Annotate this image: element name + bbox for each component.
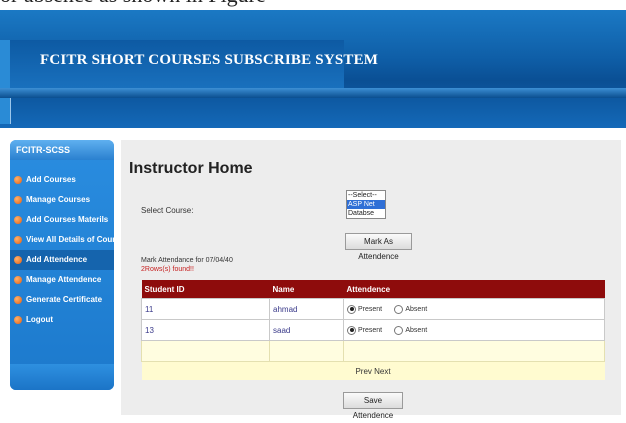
- sidebar-item-label: Manage Attendence: [26, 275, 102, 284]
- attendence-cell: Present Absent: [343, 298, 605, 320]
- sidebar-item-manage-attendence[interactable]: Manage Attendence: [10, 270, 114, 290]
- column-header-student-id: Student ID: [141, 280, 270, 299]
- bullet-icon: [14, 236, 22, 244]
- main-content: Instructor Home Select Course: --Select-…: [121, 140, 621, 420]
- pager-links[interactable]: Prev Next: [141, 361, 605, 380]
- sidebar-item-label: Add Courses: [26, 175, 76, 184]
- column-header-name: Name: [269, 280, 344, 299]
- empty-cell: [343, 340, 605, 362]
- table-row-empty: [141, 340, 605, 362]
- empty-cell: [141, 340, 270, 362]
- sidebar-item-label: View All Details of Courses: [26, 235, 114, 244]
- student-id-cell: 13: [141, 319, 270, 341]
- absent-radio-label: Absent: [405, 326, 428, 334]
- sidebar-item-label: Generate Certificate: [26, 295, 103, 304]
- sidebar: FCITR-SCSS Add Courses Manage Courses Ad…: [10, 140, 114, 390]
- sidebar-item-logout[interactable]: Logout: [10, 310, 114, 330]
- attendence-cell: Present Absent: [343, 319, 605, 341]
- banner-stripe: [0, 88, 626, 98]
- student-name-cell: ahmad: [269, 298, 344, 320]
- course-option[interactable]: --Select--: [347, 191, 385, 200]
- course-option[interactable]: Databse: [347, 209, 385, 218]
- present-radio[interactable]: [347, 325, 356, 335]
- bullet-icon: [14, 276, 22, 284]
- attendance-date-label: Mark Attendance for 07/04/40: [141, 257, 233, 264]
- sidebar-item-view-course-details[interactable]: View All Details of Courses: [10, 230, 114, 250]
- sidebar-item-label: Add Courses Materils: [26, 215, 109, 224]
- student-id-cell: 11: [141, 298, 270, 320]
- absent-radio[interactable]: [394, 325, 404, 335]
- page-caption: or absence as shown in Figure: [0, 0, 626, 8]
- sidebar-menu: Add Courses Manage Courses Add Courses M…: [10, 170, 114, 330]
- page-title: Instructor Home: [129, 160, 253, 177]
- bullet-icon: [14, 256, 22, 264]
- table-header-row: Student ID Name Attendence: [141, 280, 605, 299]
- empty-cell: [269, 340, 344, 362]
- bullet-icon: [14, 296, 22, 304]
- sidebar-item-add-attendence[interactable]: Add Attendence: [10, 250, 114, 270]
- table-row: 13 saad Present Absent: [141, 319, 605, 341]
- course-select-list[interactable]: --Select-- ASP Net Databse: [346, 190, 386, 219]
- absent-radio[interactable]: [394, 304, 404, 314]
- absent-radio-label: Absent: [405, 305, 428, 313]
- present-radio[interactable]: [347, 304, 356, 314]
- present-radio-label: Present: [358, 305, 383, 313]
- site-title: FCITR SHORT COURSES SUBSCRIBE SYSTEM: [40, 52, 379, 68]
- present-radio-label: Present: [358, 326, 383, 334]
- sidebar-item-label: Logout: [26, 315, 54, 324]
- sidebar-item-add-courses[interactable]: Add Courses: [10, 170, 114, 190]
- bullet-icon: [14, 196, 22, 204]
- course-select-label: Select Course:: [141, 206, 194, 215]
- column-header-attendence: Attendence: [343, 280, 605, 299]
- sidebar-item-generate-certificate[interactable]: Generate Certificate: [10, 290, 114, 310]
- rows-found-label: 2Rows(s) found!!: [141, 266, 194, 273]
- student-name-cell: saad: [269, 319, 344, 341]
- course-option-selected[interactable]: ASP Net: [347, 200, 385, 209]
- pager-row: Prev Next: [141, 361, 605, 380]
- sidebar-item-label: Manage Courses: [26, 195, 91, 204]
- mark-attendence-button[interactable]: Mark As Attendence: [345, 233, 412, 261]
- bullet-icon: [14, 176, 22, 184]
- sidebar-item-add-courses-materials[interactable]: Add Courses Materils: [10, 210, 114, 230]
- sidebar-item-manage-courses[interactable]: Manage Courses: [10, 190, 114, 210]
- header-banner: FCITR SHORT COURSES SUBSCRIBE SYSTEM: [0, 10, 626, 128]
- sidebar-footer: [10, 364, 114, 390]
- sidebar-item-label: Add Attendence: [26, 255, 88, 264]
- sidebar-heading: FCITR-SCSS: [10, 140, 114, 160]
- bullet-icon: [14, 316, 22, 324]
- save-attendence-button[interactable]: Save Attendence: [343, 392, 403, 420]
- table-row: 11 ahmad Present Absent: [141, 298, 605, 320]
- attendance-table: Student ID Name Attendence 11 ahmad Pres…: [141, 280, 605, 380]
- bullet-icon: [14, 216, 22, 224]
